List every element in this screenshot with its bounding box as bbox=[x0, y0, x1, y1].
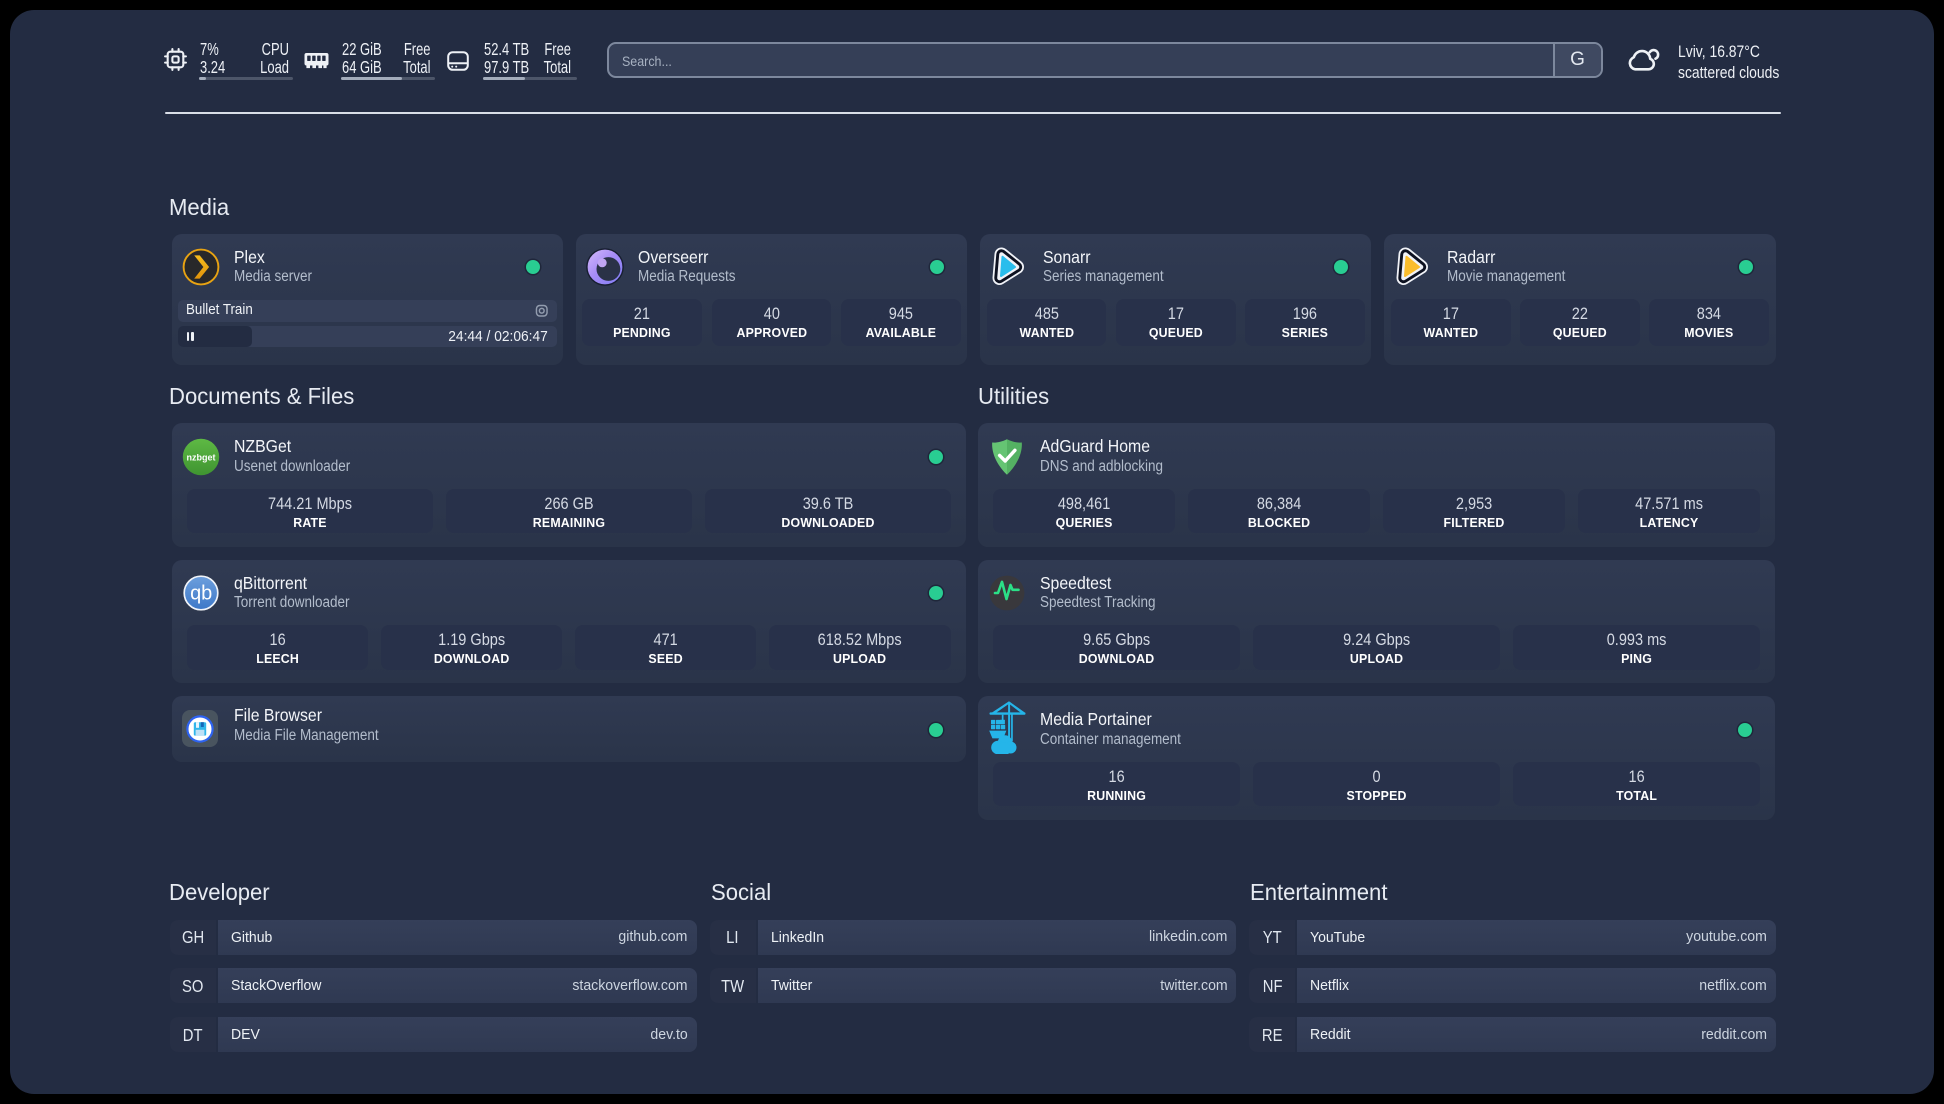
svg-text:qb: qb bbox=[190, 583, 212, 605]
svg-text:nzbget: nzbget bbox=[186, 452, 215, 462]
